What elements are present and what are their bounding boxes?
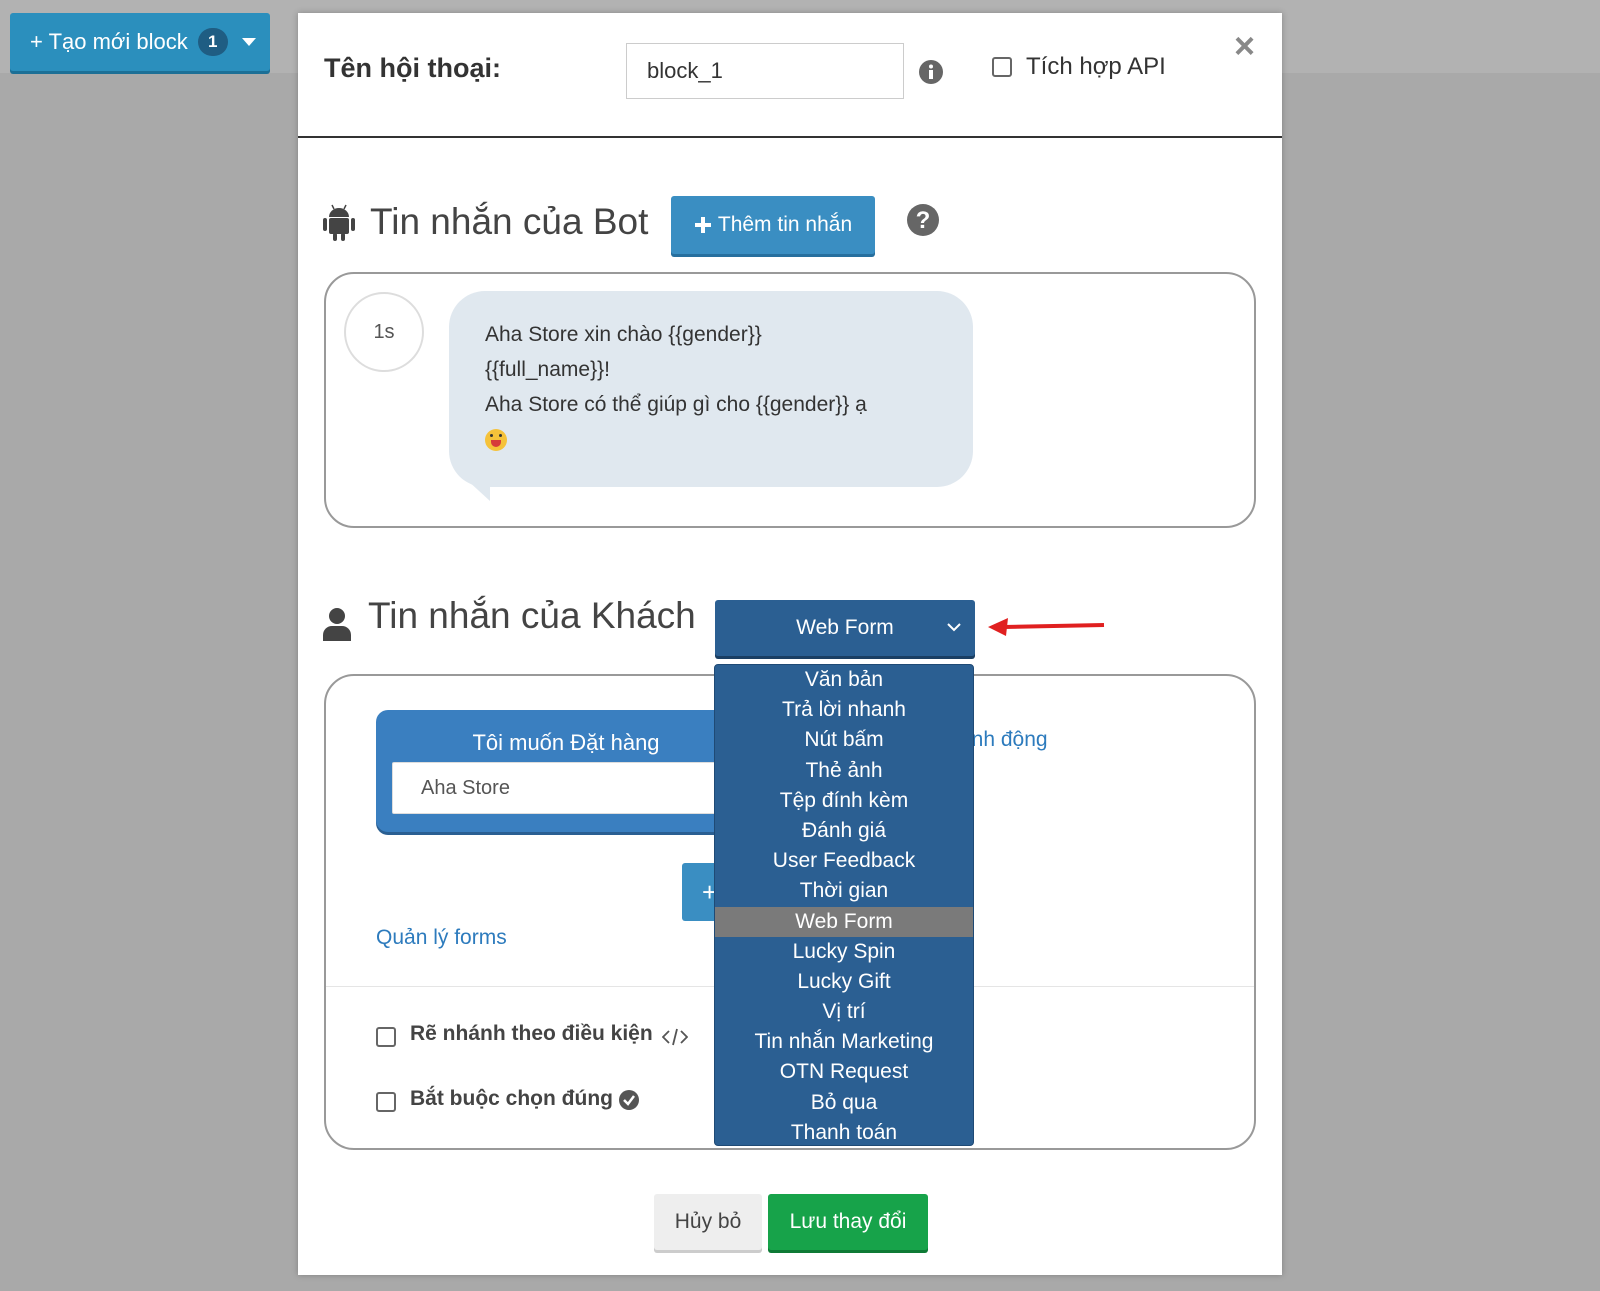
message-type-dropdown: Văn bản Trả lời nhanh Nút bấm Thẻ ảnh Tệ… — [714, 664, 974, 1146]
info-icon[interactable] — [918, 59, 944, 85]
selected-type-label: Web Form — [796, 616, 894, 639]
message-line: {{full_name}}! — [485, 358, 610, 381]
bubble-tail — [466, 479, 490, 501]
create-block-label: + Tạo mới block — [30, 29, 188, 54]
dropdown-option[interactable]: Thanh toán — [715, 1118, 973, 1145]
modal-header: Tên hội thoại: Tích hợp API × — [298, 13, 1282, 138]
code-icon[interactable] — [662, 1028, 688, 1046]
dropdown-option[interactable]: Trả lời nhanh — [715, 695, 973, 725]
conversation-name-label: Tên hội thoại: — [324, 53, 501, 83]
cancel-button[interactable]: Hủy bỏ — [654, 1194, 762, 1250]
delay-indicator[interactable]: 1s — [344, 292, 424, 372]
red-arrow-annotation — [988, 618, 1105, 636]
api-integration-checkbox[interactable] — [992, 57, 1012, 77]
android-icon — [323, 204, 355, 241]
dropdown-option[interactable]: Đánh giá — [715, 816, 973, 846]
add-message-label: Thêm tin nhắn — [717, 213, 853, 236]
dropdown-option[interactable]: Thẻ ảnh — [715, 756, 973, 786]
message-line: Aha Store có thể giúp gì cho {{gender}} … — [485, 393, 867, 416]
add-message-button[interactable]: Thêm tin nhắn — [671, 196, 875, 254]
bot-section-title: Tin nhắn của Bot — [370, 201, 649, 242]
branch-condition-label: Rẽ nhánh theo điều kiện — [410, 1022, 653, 1045]
required-correct-checkbox[interactable] — [376, 1092, 396, 1112]
save-changes-button[interactable]: Lưu thay đổi — [768, 1194, 928, 1250]
branch-condition-checkbox[interactable] — [376, 1027, 396, 1047]
block-count-badge: 1 — [197, 28, 228, 56]
dropdown-option[interactable]: Vị trí — [715, 997, 973, 1027]
check-circle-icon — [619, 1090, 639, 1110]
dropdown-option[interactable]: Nút bấm — [715, 725, 973, 755]
api-integration-label: Tích hợp API — [1026, 53, 1166, 80]
caret-down-icon[interactable] — [241, 38, 256, 46]
dropdown-option[interactable]: Thời gian — [715, 876, 973, 906]
card-input-field[interactable]: Aha Store — [392, 762, 732, 814]
message-line: Aha Store xin chào {{gender}} — [485, 323, 762, 346]
create-block-button[interactable]: + Tạo mới block 1 — [10, 13, 270, 71]
chevron-down-icon — [947, 623, 961, 632]
user-icon — [323, 608, 351, 641]
web-form-card[interactable]: Tôi muốn Đặt hàng Aha Store — [376, 710, 736, 832]
manage-forms-link[interactable]: Quản lý forms — [376, 926, 507, 950]
required-correct-label: Bắt buộc chọn đúng — [410, 1087, 613, 1110]
bot-message-box: 1s Aha Store xin chào {{gender}} {{full_… — [324, 272, 1256, 528]
dropdown-option[interactable]: Văn bản — [715, 665, 973, 695]
dropdown-option[interactable]: User Feedback — [715, 846, 973, 876]
dropdown-option[interactable]: Tệp đính kèm — [715, 786, 973, 816]
smiley-emoji-icon — [485, 429, 507, 452]
dropdown-option[interactable]: Lucky Gift — [715, 967, 973, 997]
dropdown-option[interactable]: Tin nhắn Marketing — [715, 1027, 973, 1057]
bot-message-bubble[interactable]: Aha Store xin chào {{gender}} {{full_nam… — [449, 291, 973, 487]
help-icon[interactable]: ? — [906, 203, 940, 237]
card-title: Tôi muốn Đặt hàng — [472, 730, 660, 755]
dropdown-option[interactable]: OTN Request — [715, 1057, 973, 1087]
plus-icon — [694, 217, 711, 233]
svg-text:?: ? — [916, 207, 931, 234]
dropdown-option[interactable]: Lucky Spin — [715, 937, 973, 967]
dropdown-option[interactable]: Bỏ qua — [715, 1088, 973, 1118]
customer-section-title: Tin nhắn của Khách — [368, 595, 696, 636]
dropdown-option-selected[interactable]: Web Form — [715, 906, 973, 937]
close-icon[interactable]: × — [1234, 25, 1255, 67]
conversation-name-input[interactable] — [626, 43, 904, 99]
message-type-select[interactable]: Web Form — [715, 600, 975, 656]
